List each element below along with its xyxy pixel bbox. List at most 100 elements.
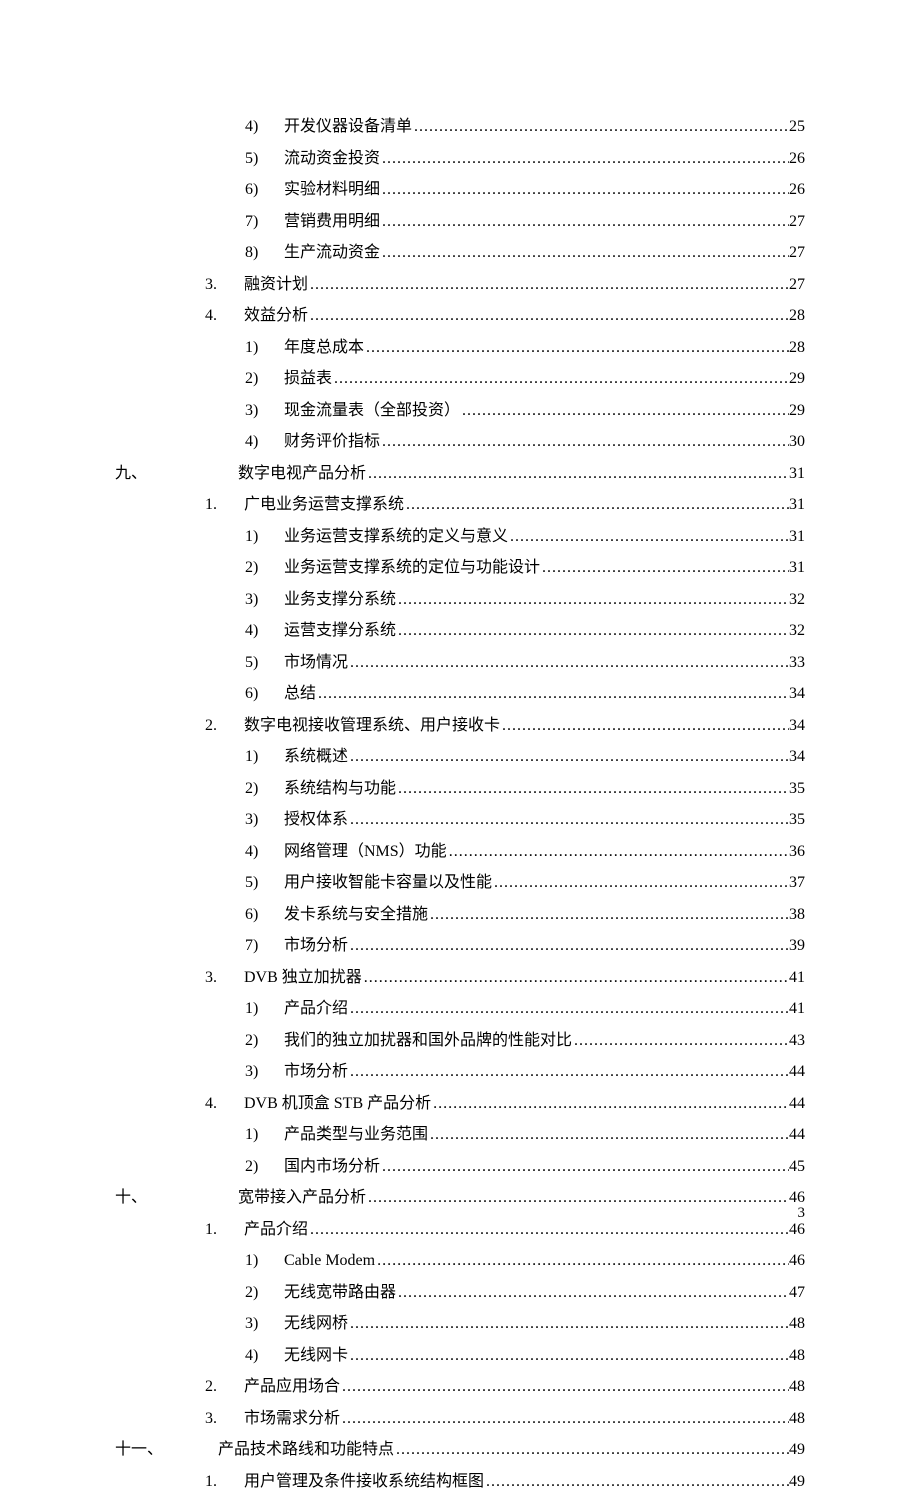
toc-page-ref: 31: [789, 462, 805, 486]
toc-title: 用户管理及条件接收系统结构框图: [244, 1470, 484, 1494]
toc-page: 4)开发仪器设备清单255)流动资金投资266)实验材料明细267)营销费用明细…: [0, 0, 920, 1494]
toc-title: 国内市场分析: [284, 1155, 380, 1179]
toc-leader: [308, 273, 789, 297]
toc-page-ref: 27: [789, 241, 805, 265]
toc-title: DVB 独立加扰器: [244, 966, 362, 990]
toc-marker: 1): [245, 745, 284, 769]
toc-title: DVB 机顶盒 STB 产品分析: [244, 1092, 431, 1116]
toc-title: 系统结构与功能: [284, 777, 396, 801]
toc-page-ref: 45: [789, 1155, 805, 1179]
toc-title: 数字电视产品分析: [238, 462, 366, 486]
toc-title: 产品技术路线和功能特点: [218, 1438, 394, 1462]
toc-title: 无线网桥: [284, 1312, 348, 1336]
toc-marker: 3.: [205, 273, 244, 297]
toc-leader: [316, 682, 789, 706]
toc-page-ref: 32: [789, 619, 805, 643]
toc-page-ref: 33: [789, 651, 805, 675]
toc-page-ref: 48: [789, 1344, 805, 1368]
toc-page-ref: 44: [789, 1092, 805, 1116]
toc-entry: 3.融资计划 27: [115, 273, 805, 297]
toc-title: 市场需求分析: [244, 1407, 340, 1431]
toc-title: 数字电视接收管理系统、用户接收卡: [244, 714, 500, 738]
toc-title: 生产流动资金: [284, 241, 380, 265]
toc-marker: 2): [245, 1281, 284, 1305]
toc-title: 产品介绍: [244, 1218, 308, 1242]
toc-page-ref: 26: [789, 147, 805, 171]
toc-leader: [340, 1375, 789, 1399]
toc-entry: 1)产品介绍41: [115, 997, 805, 1021]
toc-page-ref: 46: [789, 1249, 805, 1273]
toc-page-ref: 48: [789, 1407, 805, 1431]
toc-leader: [348, 808, 789, 832]
toc-marker: 7): [245, 210, 284, 234]
toc-entry: 3)授权体系35: [115, 808, 805, 832]
toc-entry: 8)生产流动资金27: [115, 241, 805, 265]
toc-leader: [540, 556, 789, 580]
toc-leader: [380, 241, 789, 265]
toc-title: 损益表: [284, 367, 332, 391]
toc-entry: 7)市场分析39: [115, 934, 805, 958]
toc-entry: 十、宽带接入产品分析46: [115, 1186, 805, 1210]
toc-page-ref: 27: [789, 210, 805, 234]
toc-marker: 6): [245, 903, 284, 927]
toc-entry: 1)系统概述34: [115, 745, 805, 769]
toc-leader: [380, 1155, 789, 1179]
toc-title: 产品类型与业务范围: [284, 1123, 428, 1147]
toc-entry: 4)无线网卡48: [115, 1344, 805, 1368]
toc-page-ref: 44: [789, 1123, 805, 1147]
toc-entry: 7)营销费用明细27: [115, 210, 805, 234]
toc-page-ref: 31: [789, 525, 805, 549]
toc-entry: 2.产品应用场合48: [115, 1375, 805, 1399]
toc-leader: [366, 462, 789, 486]
toc-page-ref: 29: [789, 367, 805, 391]
toc-page-ref: 35: [789, 777, 805, 801]
toc-leader: [428, 1123, 789, 1147]
toc-page-ref: 41: [789, 997, 805, 1021]
toc-marker: 1): [245, 336, 284, 360]
toc-leader: [492, 871, 789, 895]
toc-page-ref: 49: [789, 1438, 805, 1462]
toc-title: 我们的独立加扰器和国外品牌的性能对比: [284, 1029, 572, 1053]
toc-marker: 4.: [205, 1092, 244, 1116]
toc-leader: [375, 1249, 789, 1273]
toc-marker: 2): [245, 1155, 284, 1179]
toc-entry: 4)财务评价指标30: [115, 430, 805, 454]
toc-leader: [460, 399, 789, 423]
toc-leader: [380, 430, 789, 454]
toc-leader: [394, 1438, 789, 1462]
toc-marker: 5): [245, 871, 284, 895]
toc-leader: [348, 934, 789, 958]
toc-page-ref: 34: [789, 714, 805, 738]
toc-entry: 1)业务运营支撑系统的定义与意义31: [115, 525, 805, 549]
toc-title: 用户接收智能卡容量以及性能: [284, 871, 492, 895]
toc-entry: 2)损益表29: [115, 367, 805, 391]
toc-entry: 4)开发仪器设备清单25: [115, 115, 805, 139]
toc-leader: [396, 588, 789, 612]
toc-title: 发卡系统与安全措施: [284, 903, 428, 927]
toc-page-ref: 28: [789, 336, 805, 360]
toc-entry: 2)我们的独立加扰器和国外品牌的性能对比43: [115, 1029, 805, 1053]
toc-marker: 2.: [205, 1375, 244, 1399]
toc-entry: 3)业务支撑分系统32: [115, 588, 805, 612]
toc-leader: [364, 336, 789, 360]
toc-leader: [308, 1218, 789, 1242]
toc-marker: 九、: [115, 462, 163, 486]
toc-marker: 1): [245, 1123, 284, 1147]
toc-entry: 4.DVB 机顶盒 STB 产品分析 44: [115, 1092, 805, 1116]
toc-entry: 6)总结34: [115, 682, 805, 706]
toc-marker: 3.: [205, 966, 244, 990]
toc-leader: [308, 304, 789, 328]
toc-marker: 4): [245, 840, 284, 864]
toc-title: 授权体系: [284, 808, 348, 832]
toc-marker: 2): [245, 556, 284, 580]
toc-page-ref: 27: [789, 273, 805, 297]
toc-entry: 6)实验材料明细26: [115, 178, 805, 202]
toc-marker: 2): [245, 1029, 284, 1053]
toc-marker: 1): [245, 997, 284, 1021]
page-number: 3: [798, 1205, 806, 1222]
toc-page-ref: 37: [789, 871, 805, 895]
toc-page-ref: 31: [789, 493, 805, 517]
toc-page-ref: 34: [789, 682, 805, 706]
toc-title: 融资计划: [244, 273, 308, 297]
toc-entry: 1.广电业务运营支撑系统31: [115, 493, 805, 517]
